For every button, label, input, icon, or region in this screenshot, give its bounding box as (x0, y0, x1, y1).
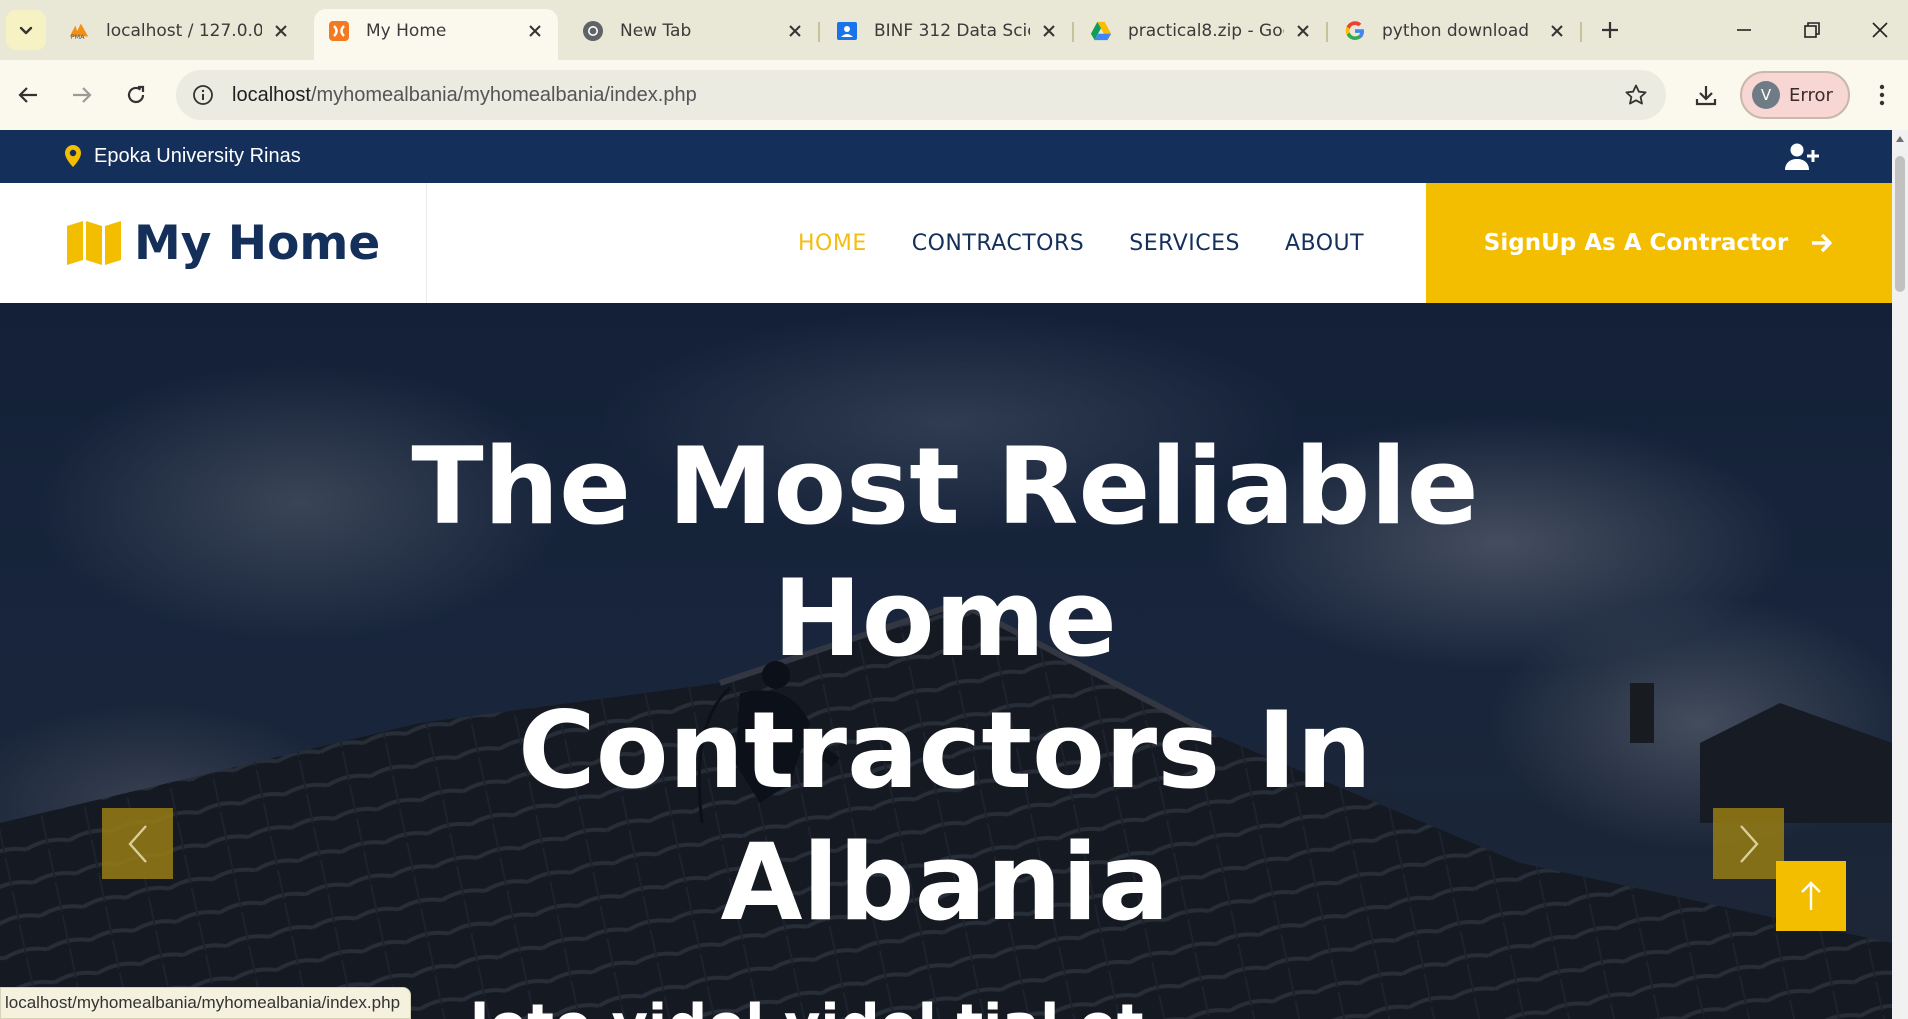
arrow-left-icon (18, 87, 37, 103)
phpmyadmin-icon: PMA (68, 20, 90, 42)
scrollbar-thumb[interactable] (1895, 156, 1905, 292)
reload-icon (127, 85, 145, 104)
site-logo[interactable]: My Home (0, 183, 427, 303)
close-icon[interactable] (784, 20, 806, 42)
nav-contractors[interactable]: CONTRACTORS (912, 231, 1085, 256)
close-window-button[interactable] (1860, 12, 1900, 48)
more-vertical-icon (1879, 84, 1885, 106)
hero-title-line: The Most Reliable (411, 425, 1479, 548)
tab-separator (818, 22, 820, 42)
signup-contractor-button[interactable]: SignUp As A Contractor (1426, 183, 1892, 303)
url-host: localhost (232, 84, 311, 106)
arrow-up-icon (1801, 881, 1821, 910)
location-text: Epoka University Rinas (94, 144, 301, 167)
brand-name: My Home (134, 215, 381, 271)
tab-binf312[interactable]: BINF 312 Data Scie (822, 9, 1072, 52)
map-marker-icon (65, 145, 81, 167)
hero-carousel: The Most Reliable Home Contractors In Al… (0, 303, 1892, 1019)
location-info: Epoka University Rinas (64, 144, 301, 168)
restore-icon (1804, 22, 1820, 38)
hero-title: The Most Reliable Home Contractors In Al… (400, 421, 1490, 949)
avatar: V (1752, 81, 1780, 109)
arrow-right-icon (1812, 233, 1832, 253)
nav-services[interactable]: SERVICES (1129, 231, 1240, 256)
close-icon (1872, 22, 1888, 38)
tab-title: localhost / 127.0.0.1 (106, 20, 262, 41)
bookmark-star-icon[interactable] (1622, 81, 1650, 109)
google-classroom-icon (836, 20, 858, 42)
tab-python-download[interactable]: python download (1330, 9, 1580, 52)
chevron-right-icon (1739, 824, 1759, 863)
scroll-up-icon[interactable] (1896, 136, 1904, 142)
tab-separator (1326, 22, 1328, 42)
xampp-icon (328, 20, 350, 42)
tab-my-home[interactable]: My Home (314, 9, 558, 60)
nav-home[interactable]: HOME (798, 231, 867, 256)
profile-button[interactable]: V Error (1740, 71, 1850, 119)
close-icon[interactable] (524, 20, 546, 42)
google-drive-icon (1090, 20, 1112, 42)
url-text[interactable]: localhost/myhomealbania/myhomealbania/in… (232, 84, 697, 107)
carousel-prev-button[interactable] (102, 808, 173, 879)
svg-text:PMA: PMA (71, 33, 85, 41)
tab-new-tab[interactable]: New Tab (568, 9, 818, 52)
browser-menu-button[interactable] (1864, 77, 1900, 113)
url-path: /myhomealbania/myhomealbania/index.php (310, 84, 697, 106)
close-icon[interactable] (1292, 20, 1314, 42)
page-scrollbar[interactable] (1892, 130, 1908, 1019)
restore-button[interactable] (1792, 12, 1832, 48)
new-tab-button[interactable] (1594, 14, 1626, 46)
tab-separator (1072, 22, 1074, 42)
arrow-right-icon (73, 87, 92, 103)
link-status-bar: localhost/myhomealbania/myhomealbania/in… (0, 987, 412, 1019)
chevron-left-icon (127, 824, 147, 863)
back-button[interactable] (10, 77, 46, 113)
map-icon (67, 221, 121, 265)
close-icon[interactable] (270, 20, 292, 42)
tab-phpmyadmin[interactable]: PMA localhost / 127.0.0.1 (54, 9, 304, 52)
tab-title: python download (1382, 20, 1530, 41)
download-icon (1695, 86, 1717, 106)
profile-status: Error (1789, 84, 1833, 106)
browser-toolbar: localhost/myhomealbania/myhomealbania/in… (0, 60, 1908, 130)
google-icon (1344, 20, 1366, 42)
site-navbar: My Home HOME CONTRACTORS SERVICES ABOUT … (0, 183, 1892, 303)
site-info-icon[interactable] (188, 80, 218, 110)
address-bar[interactable]: localhost/myhomealbania/myhomealbania/in… (176, 70, 1666, 120)
close-icon[interactable] (1038, 20, 1060, 42)
chevron-down-icon (19, 26, 33, 35)
tab-strip: PMA localhost / 127.0.0.1 My Home New Ta… (0, 0, 1908, 60)
tab-search-button[interactable] (6, 10, 46, 50)
tab-title: BINF 312 Data Scie (874, 20, 1030, 41)
tab-title: practical8.zip - Goo (1128, 20, 1284, 41)
cta-label: SignUp As A Contractor (1483, 230, 1789, 256)
hero-title-line: Albania (720, 821, 1170, 944)
close-icon[interactable] (1546, 20, 1568, 42)
plus-icon (1602, 22, 1618, 38)
minimize-button[interactable] (1724, 12, 1764, 48)
nav-about[interactable]: ABOUT (1285, 231, 1364, 256)
tab-title: My Home (366, 20, 447, 41)
reload-button[interactable] (118, 77, 154, 113)
tab-separator (1580, 22, 1582, 42)
main-menu: HOME CONTRACTORS SERVICES ABOUT (798, 183, 1409, 303)
tab-practical8[interactable]: practical8.zip - Goo (1076, 9, 1326, 52)
downloads-button[interactable] (1688, 77, 1724, 113)
hero-title-line: Contractors In (517, 689, 1373, 812)
back-to-top-button[interactable] (1776, 861, 1846, 931)
site-topbar: Epoka University Rinas (0, 130, 1892, 183)
user-plus-icon[interactable] (1784, 142, 1820, 172)
tab-title: New Tab (620, 20, 692, 41)
chrome-icon (582, 20, 604, 42)
forward-button[interactable] (64, 77, 100, 113)
hero-title-line: Home (773, 557, 1117, 680)
carousel-next-button[interactable] (1713, 808, 1784, 879)
minimize-icon (1737, 29, 1751, 31)
page-viewport: Epoka University Rinas My Home HOME CONT… (0, 130, 1892, 1019)
hero-subtitle: lete videl videl tial et (470, 993, 1144, 1019)
